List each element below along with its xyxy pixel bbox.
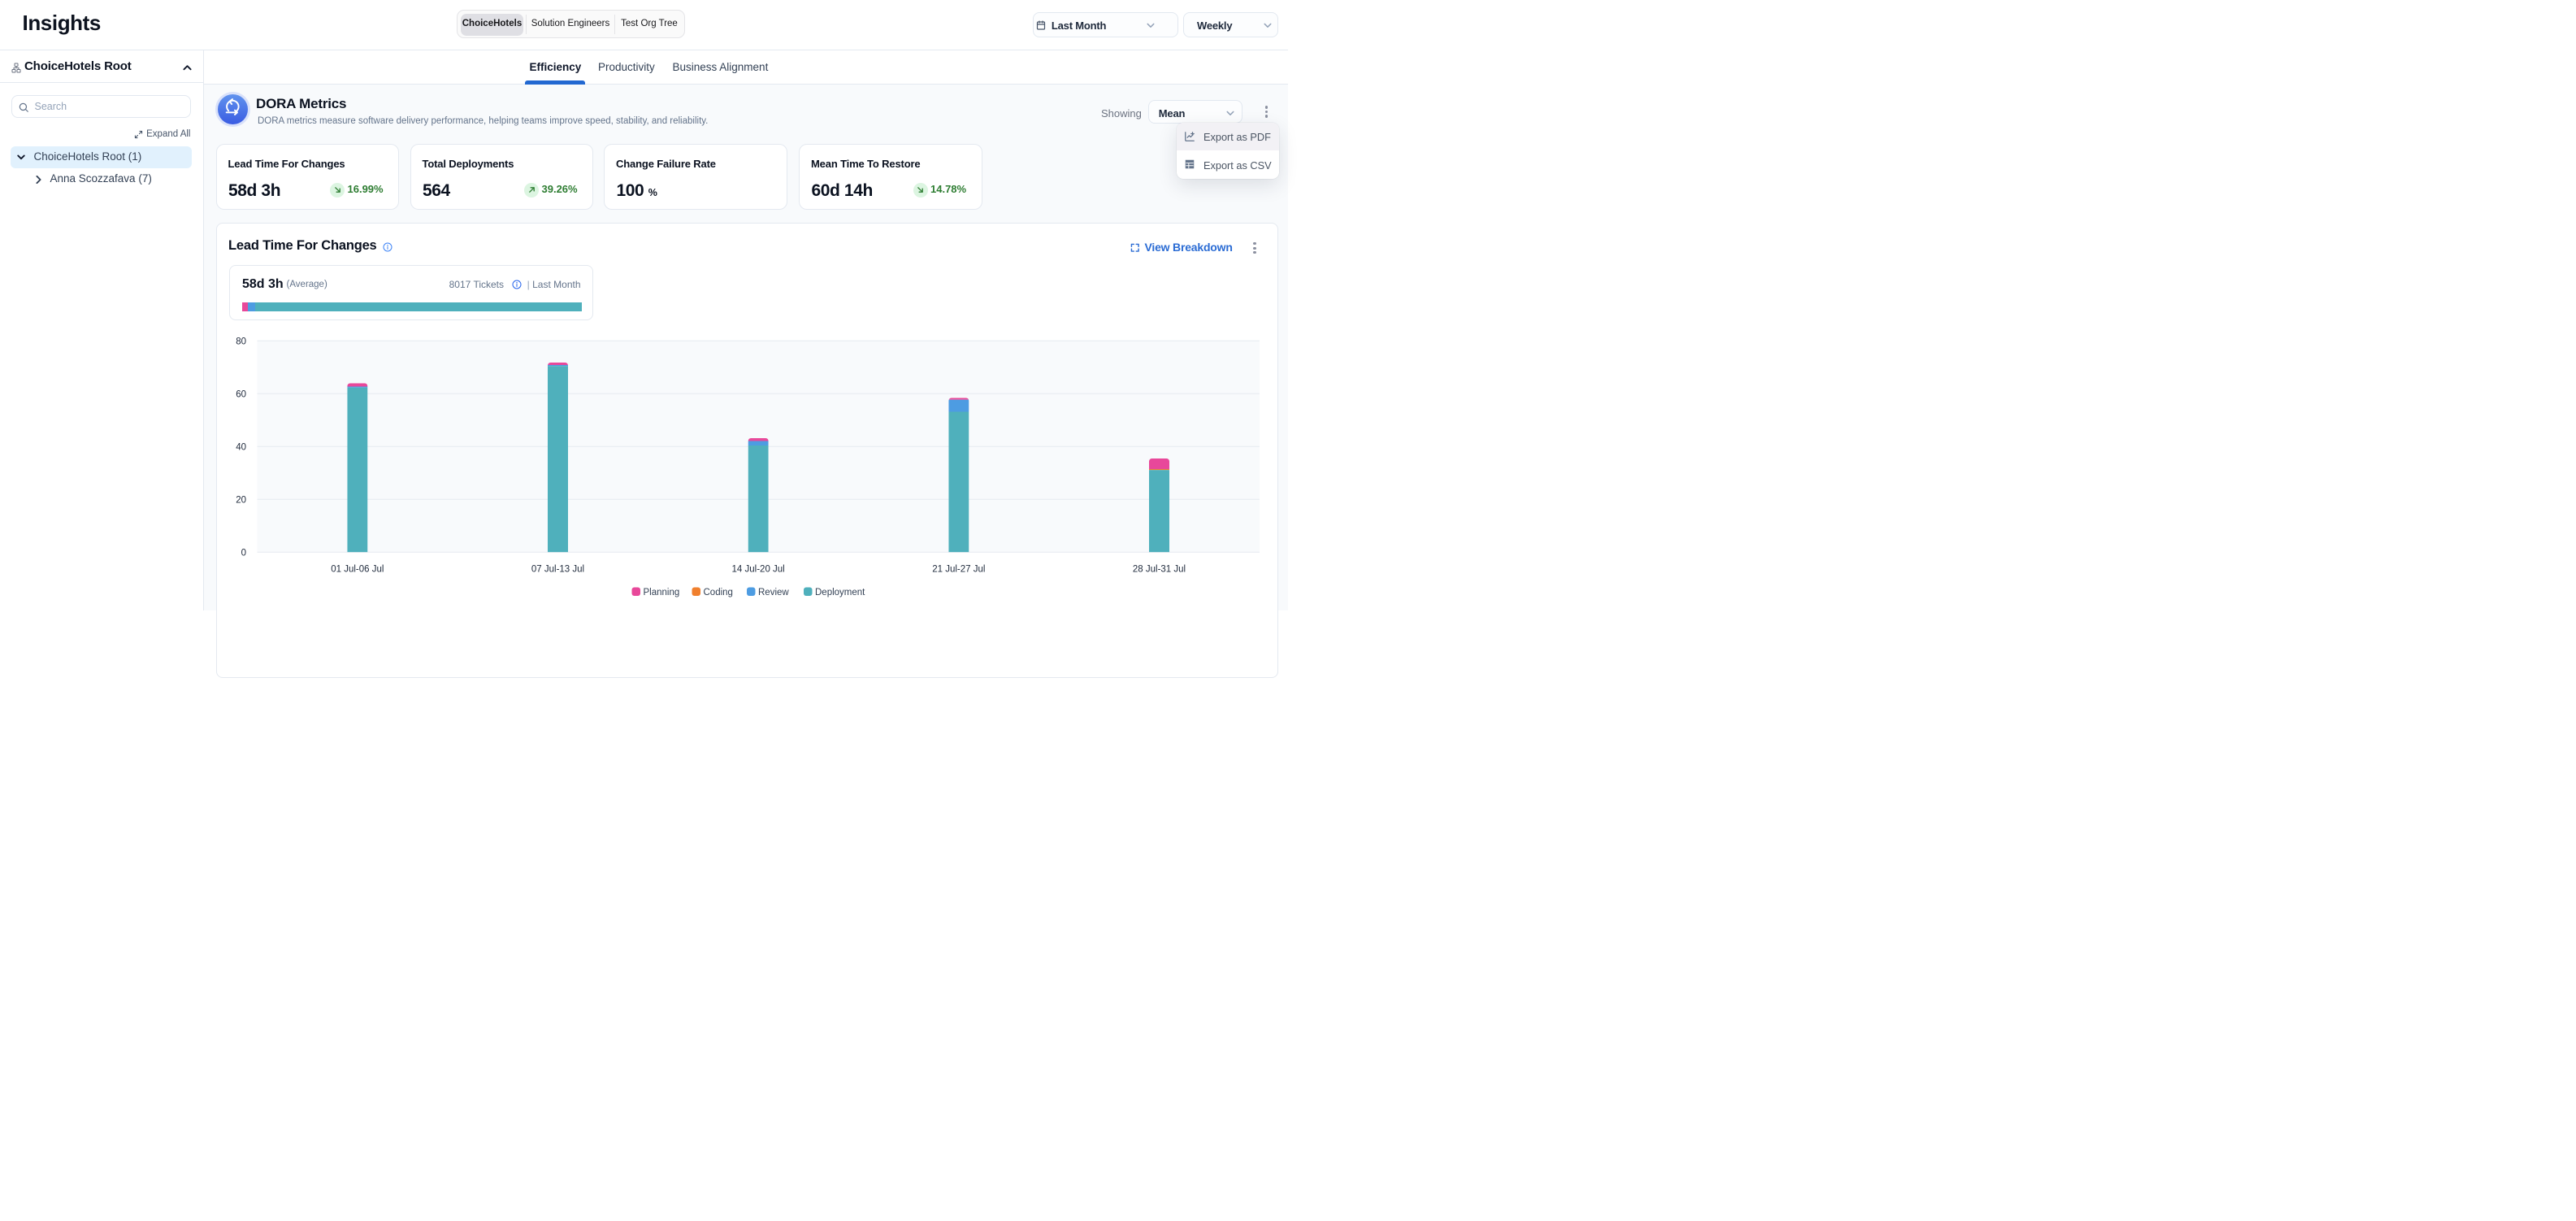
svg-text:Deployment: Deployment <box>815 588 865 597</box>
svg-text:01 Jul-06 Jul: 01 Jul-06 Jul <box>331 564 384 574</box>
svg-text:0: 0 <box>241 548 245 558</box>
svg-text:14 Jul-20 Jul: 14 Jul-20 Jul <box>731 564 784 574</box>
svg-text:20: 20 <box>236 495 246 505</box>
svg-text:Planning: Planning <box>643 588 679 597</box>
svg-text:40: 40 <box>236 442 246 452</box>
svg-text:28 Jul-31 Jul: 28 Jul-31 Jul <box>1132 564 1185 574</box>
svg-text:21 Jul-27 Jul: 21 Jul-27 Jul <box>932 564 985 574</box>
svg-text:Coding: Coding <box>703 588 732 597</box>
svg-text:60: 60 <box>236 389 246 399</box>
svg-text:80: 80 <box>236 337 246 346</box>
svg-text:Review: Review <box>758 588 789 597</box>
svg-text:07 Jul-13 Jul: 07 Jul-13 Jul <box>531 564 583 574</box>
